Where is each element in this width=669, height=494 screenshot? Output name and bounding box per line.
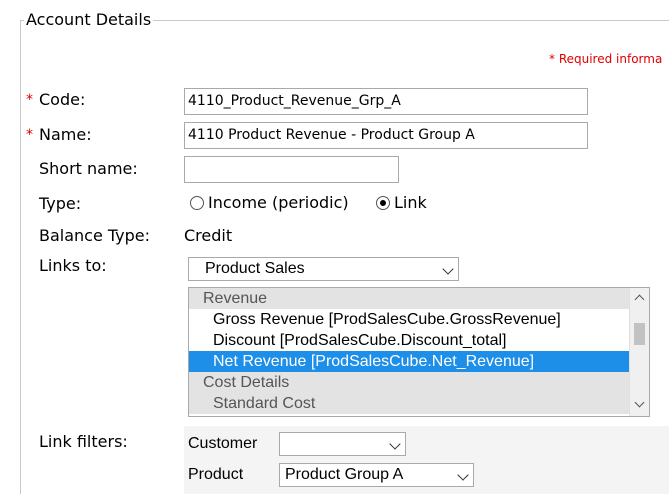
product-filter-select[interactable]: Product Group A [279,463,474,487]
product-filter-label: Product [188,466,244,483]
type-radio-income[interactable]: Income (periodic) [190,193,349,212]
list-item[interactable]: Gross Revenue [ProdSalesCube.GrossRevenu… [189,309,630,330]
type-radio-link-label: Link [394,193,427,212]
type-radio-link[interactable]: Link [376,193,427,212]
chevron-up-icon[interactable] [634,294,645,305]
section-title: Account Details [24,10,154,30]
code-field[interactable]: 4110_Product_Revenue_Grp_A [184,88,588,115]
balance-type-value: Credit [184,226,233,245]
customer-filter-label: Customer [188,435,258,452]
list-item[interactable]: Standard Cost [189,393,630,414]
name-field[interactable]: 4110 Product Revenue - Product Group A [184,122,588,149]
list-item-selected[interactable]: Net Revenue [ProdSalesCube.Net_Revenue] [189,351,630,372]
fieldset-border-left [20,20,21,494]
chevron-down-icon [442,263,454,275]
short-name-label: Short name: [39,159,138,178]
radio-checked-icon [376,195,390,210]
required-marker-name: * [26,127,33,143]
customer-filter-select[interactable] [279,432,406,456]
chevron-down-icon[interactable] [634,397,645,408]
list-group-revenue: Revenue [189,288,630,309]
list-group-cost-details: Cost Details [189,372,630,393]
chevron-down-icon [389,438,401,450]
name-label: Name: [39,125,92,144]
short-name-field[interactable] [184,156,399,183]
required-information-note: * Required informa [549,52,663,66]
links-to-label: Links to: [39,256,107,275]
required-marker-code: * [26,92,33,108]
code-label: Code: [39,90,86,109]
listbox-scrollbar[interactable] [629,288,649,416]
type-radio-income-label: Income (periodic) [208,193,349,212]
link-filters-label: Link filters: [39,432,128,451]
product-filter-value: Product Group A [285,466,404,483]
chevron-down-icon [457,469,469,481]
scrollbar-thumb[interactable] [634,323,645,345]
balance-type-label: Balance Type: [39,226,151,245]
type-label: Type: [39,194,82,213]
links-listbox[interactable]: Revenue Gross Revenue [ProdSalesCube.Gro… [188,287,650,417]
links-to-select[interactable]: Product Sales [188,257,459,281]
list-item[interactable]: Discount [ProdSalesCube.Discount_total] [189,330,630,351]
links-to-select-value: Product Sales [205,260,305,277]
radio-unchecked-icon [190,195,204,210]
